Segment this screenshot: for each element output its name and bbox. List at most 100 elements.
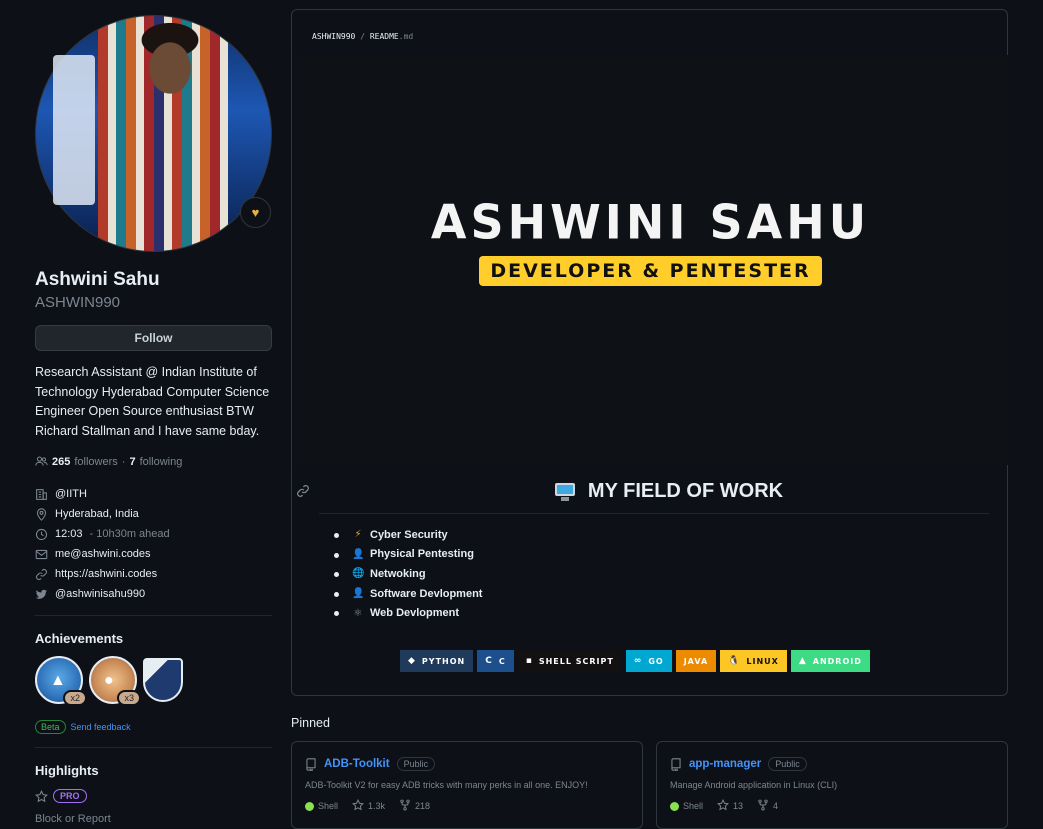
- achievement-pair-icon[interactable]: ● x3: [89, 656, 141, 706]
- repo-description: Manage Android application in Linux (CLI…: [670, 780, 838, 790]
- detail-email: me@ashwini.codes: [35, 544, 272, 564]
- follow-button[interactable]: Follow: [35, 325, 272, 351]
- badge-android[interactable]: ▲ ANDROID: [790, 650, 870, 672]
- profile-details: @IITH Hyderabad, India 12:03 - 10h30m ah…: [35, 484, 272, 604]
- achievement-yolo-icon[interactable]: [143, 658, 183, 702]
- followers-label[interactable]: followers: [74, 456, 117, 468]
- repo-stars[interactable]: 1.3k: [352, 798, 385, 813]
- repo-icon: [670, 757, 682, 772]
- banner-subtitle-wrap: DEVELOPER & PENTESTER: [292, 256, 1009, 286]
- local-time: 12:03: [55, 528, 83, 540]
- stats-separator: ·: [121, 455, 126, 468]
- tech-badges: ◆ PYTHON CC ▪ SHELL SCRIPT ∞ GO JAVA 🐧 LINUX…: [400, 650, 870, 672]
- language-color-dot: [670, 801, 679, 811]
- profile-username: ASHWIN990: [35, 294, 121, 311]
- avatar-wrapper: ♥: [35, 15, 272, 252]
- detail-location: Hyderabad, India: [35, 504, 272, 524]
- shark-face-glyph: ▲: [50, 672, 66, 689]
- field-heading-text: MY FIELD OF WORK: [587, 480, 784, 502]
- badge-c[interactable]: CC: [477, 650, 514, 672]
- android-icon: ▲: [798, 656, 807, 666]
- twitter-link[interactable]: @ashwinisahu990: [55, 588, 145, 600]
- badge-java[interactable]: JAVA: [675, 650, 717, 672]
- emoji-status-heart-icon[interactable]: ♥: [240, 197, 271, 228]
- repo-meta: Shell 13 4: [670, 798, 994, 813]
- readme-path-file[interactable]: README: [370, 32, 399, 41]
- stars-count: 13: [733, 801, 744, 811]
- star-icon: [352, 798, 364, 813]
- pair-face-glyph: ●: [104, 672, 114, 689]
- beta-badge: Beta: [35, 720, 66, 734]
- organization-icon: [35, 488, 48, 501]
- email-link[interactable]: me@ashwini.codes: [55, 548, 151, 560]
- field-of-work-heading: MY FIELD OF WORK: [292, 480, 1007, 503]
- website-link[interactable]: https://ashwini.codes: [55, 568, 157, 580]
- detail-time: 12:03 - 10h30m ahead: [35, 524, 272, 544]
- repo-visibility-badge: Public: [396, 757, 436, 771]
- language-color-dot: [305, 801, 314, 811]
- field-label: Physical Pentesting: [370, 548, 474, 561]
- star-icon: [35, 789, 48, 803]
- readme-banner: ASHWINI SAHU DEVELOPER & PENTESTER: [292, 55, 1009, 465]
- badge-label: C: [498, 656, 506, 666]
- language-label: Shell: [683, 801, 704, 811]
- repo-language: Shell: [305, 801, 338, 811]
- heading-rule: [319, 513, 989, 514]
- readme-path-user[interactable]: ASHWIN990: [312, 32, 355, 41]
- readme-path-separator: /: [360, 32, 366, 41]
- lightning-icon: ⚡: [354, 529, 362, 541]
- follow-stats: 265 followers · 7 following: [35, 455, 272, 468]
- repo-stars[interactable]: 13: [717, 798, 744, 813]
- badge-python[interactable]: ◆ PYTHON: [400, 650, 474, 672]
- repo-name-link[interactable]: app-manager: [689, 758, 761, 770]
- pinned-title: Pinned: [291, 716, 330, 730]
- send-feedback-link[interactable]: Send feedback: [71, 722, 131, 732]
- pinned-repo-header: ADB-Toolkit Public: [305, 757, 629, 772]
- people-icon: [35, 455, 48, 468]
- badge-linux[interactable]: 🐧 LINUX: [720, 650, 787, 672]
- repo-icon: [305, 757, 317, 772]
- followers-count[interactable]: 265: [52, 456, 70, 468]
- sidebar-divider: [35, 615, 272, 616]
- forks-count: 218: [415, 801, 431, 811]
- achievement-count: x3: [117, 690, 141, 706]
- following-label[interactable]: following: [140, 456, 183, 468]
- achievements-beta: Beta Send feedback: [35, 720, 272, 734]
- detail-twitter: @ashwinisahu990: [35, 584, 272, 604]
- computer-monitor-icon: [554, 482, 576, 502]
- readme-path-ext: .md: [398, 32, 414, 41]
- badge-label: ANDROID: [812, 656, 862, 666]
- shell-icon: ▪: [525, 656, 533, 666]
- avatar[interactable]: [35, 15, 272, 252]
- go-icon: ∞: [633, 656, 643, 666]
- fork-icon: [757, 799, 769, 813]
- repo-description: ADB-Toolkit V2 for easy ADB tricks with …: [305, 780, 588, 790]
- badge-label: PYTHON: [421, 656, 466, 666]
- sidebar-divider: [35, 747, 272, 748]
- twitter-icon: [35, 588, 48, 601]
- pinned-repo-header: app-manager Public: [670, 757, 994, 772]
- block-report-link[interactable]: Block or Report: [35, 813, 272, 825]
- achievement-shark-icon[interactable]: ▲ x2: [35, 656, 87, 706]
- field-label: Cyber Security: [370, 528, 448, 541]
- location-icon: [35, 507, 48, 521]
- repo-visibility-badge: Public: [768, 757, 807, 771]
- atom-icon: ⚛: [353, 607, 363, 619]
- field-item: 👤 Software Devlopment: [334, 584, 482, 604]
- profile-name: Ashwini Sahu: [35, 269, 160, 290]
- badge-shell[interactable]: ▪ SHELL SCRIPT: [517, 650, 622, 672]
- repo-forks[interactable]: 218: [399, 799, 430, 813]
- highlights-title: Highlights: [35, 763, 99, 778]
- python-icon: ◆: [408, 656, 416, 666]
- repo-name-link[interactable]: ADB-Toolkit: [324, 758, 390, 770]
- banner-subtitle: DEVELOPER & PENTESTER: [479, 256, 822, 286]
- repo-forks[interactable]: 4: [757, 799, 778, 813]
- clock-icon: [35, 528, 48, 541]
- following-count[interactable]: 7: [129, 456, 135, 468]
- forks-count: 4: [773, 801, 779, 811]
- achievements-title[interactable]: Achievements: [35, 629, 272, 649]
- org-text[interactable]: @IITH: [55, 488, 87, 500]
- badge-go[interactable]: ∞ GO: [625, 650, 672, 672]
- pro-badge: PRO: [53, 789, 87, 803]
- pinned-repo-card: app-manager Public Manage Android applic…: [656, 741, 1008, 829]
